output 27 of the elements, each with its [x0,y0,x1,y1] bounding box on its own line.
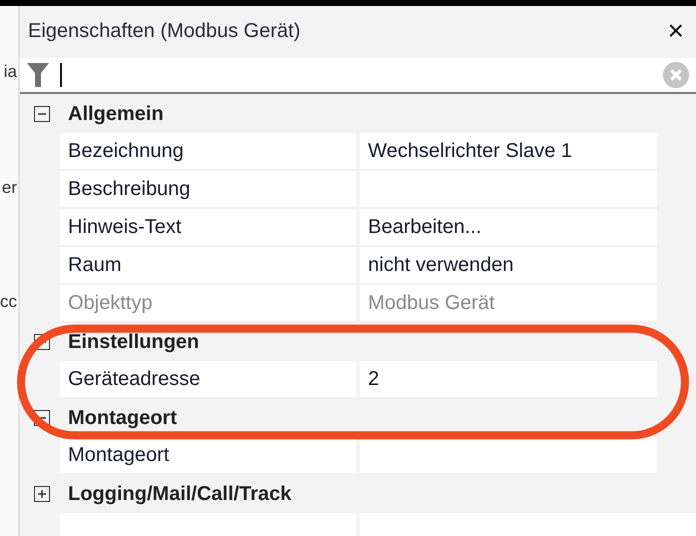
property-value[interactable]: nicht verwenden [360,247,657,285]
close-button[interactable]: × [664,15,688,47]
expander-icon[interactable] [34,106,50,122]
property-name: Montageort [60,437,356,475]
property-name: Objekttyp [60,285,356,323]
side-panel-text: ia [4,62,18,82]
expander-icon[interactable] [34,410,50,426]
property-name: Raum [60,247,356,285]
property-name: Geräteadresse [60,361,356,399]
expander-icon[interactable] [34,334,50,350]
search-field[interactable] [20,58,696,94]
side-panel-text: er [2,178,18,198]
property-name: Bezeichnung [60,133,356,171]
property-value[interactable]: 2 [360,361,657,399]
expander-icon[interactable] [34,486,50,502]
side-panel-text: cc [0,292,18,312]
property-value[interactable]: Bearbeiten... [360,209,657,247]
category-label: Logging/Mail/Call/Track [68,482,292,506]
category-label: Allgemein [68,102,164,126]
property-name: Beschreibung [60,171,356,209]
category-label: Montageort [68,406,177,430]
filter-icon [26,61,50,89]
category-label: Einstellungen [68,330,200,354]
panel-title: Eigenschaften (Modbus Gerät) [28,20,300,42]
property-name: Hinweis-Text [60,209,356,247]
property-value[interactable]: Wechselrichter Slave 1 [360,133,657,171]
property-value[interactable] [360,437,657,475]
